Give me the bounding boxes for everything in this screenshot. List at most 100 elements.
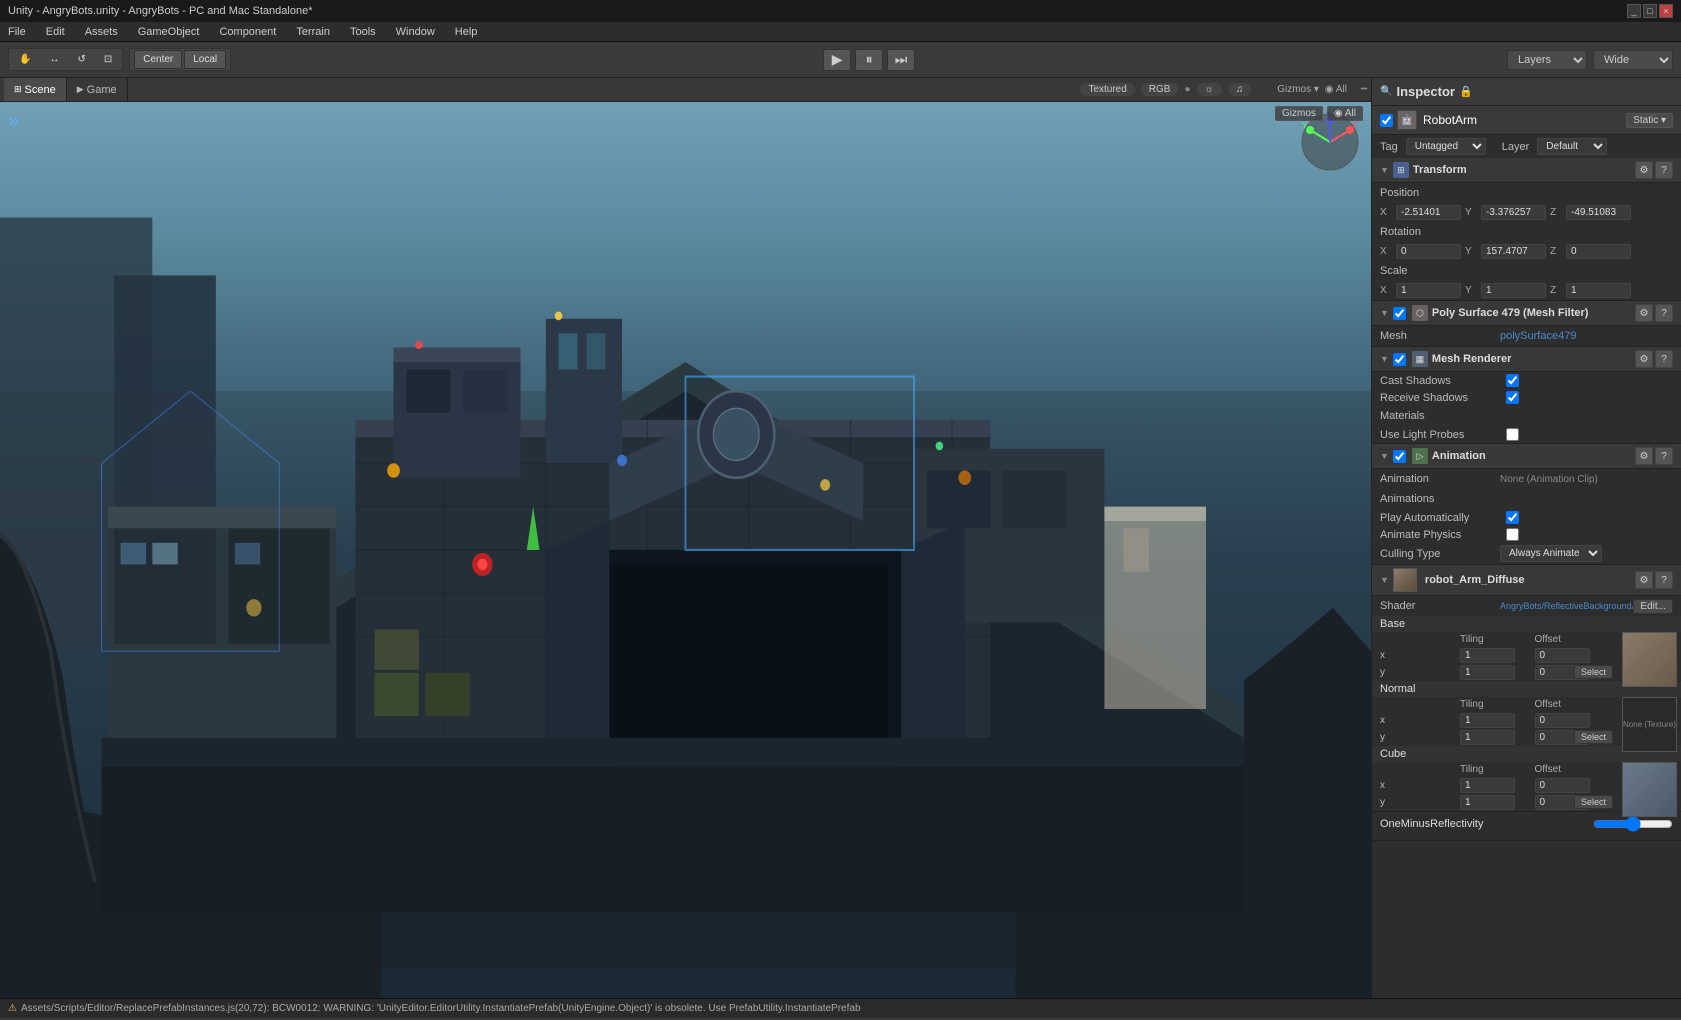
base-offset-x[interactable] — [1535, 648, 1590, 663]
rot-x-field[interactable] — [1396, 244, 1461, 259]
pause-btn[interactable]: ⏸ — [855, 49, 883, 71]
menu-component[interactable]: Component — [215, 24, 280, 40]
position-row: Position — [1372, 183, 1681, 203]
inspector-lock-icon[interactable]: 🔒 — [1459, 85, 1473, 98]
mesh-filter-header[interactable]: ▼ ⬡ Poly Surface 479 (Mesh Filter) ⚙ ? — [1372, 301, 1681, 326]
scale-y-field[interactable] — [1481, 283, 1546, 298]
pos-y-field[interactable] — [1481, 205, 1546, 220]
scene-options: ● — [1184, 84, 1190, 95]
game-tab[interactable]: ▶ Game — [67, 78, 128, 101]
cube-select-btn[interactable]: Select — [1574, 795, 1613, 809]
mesh-filter-settings-btn[interactable]: ⚙ — [1635, 304, 1653, 322]
animation-checkbox[interactable] — [1393, 450, 1406, 463]
object-active-checkbox[interactable] — [1380, 114, 1393, 127]
menu-tools[interactable]: Tools — [346, 24, 380, 40]
cast-shadows-checkbox[interactable] — [1506, 374, 1519, 387]
titlebar: Unity - AngryBots.unity - AngryBots - PC… — [0, 0, 1681, 22]
cube-offset-x[interactable] — [1535, 778, 1590, 793]
mesh-renderer-help-btn[interactable]: ? — [1655, 350, 1673, 368]
menu-window[interactable]: Window — [392, 24, 439, 40]
rgb-btn[interactable]: RGB — [1141, 83, 1179, 96]
menu-gameobject[interactable]: GameObject — [134, 24, 204, 40]
base-select-btn[interactable]: Select — [1574, 665, 1613, 679]
rotate-tool-btn[interactable]: ↺ — [69, 51, 93, 68]
tag-select[interactable]: Untagged — [1406, 138, 1486, 155]
material-header[interactable]: ▼ robot_Arm_Diffuse ⚙ ? — [1372, 565, 1681, 596]
scene-viewport[interactable]: X Y Z » Gizmos ◉ All — [0, 102, 1371, 998]
scale-z-field[interactable] — [1566, 283, 1631, 298]
base-label-row: Base — [1372, 616, 1681, 632]
hand-tool-btn[interactable]: ✋ — [11, 51, 39, 68]
transform-header[interactable]: ▼ ⊞ Transform ⚙ ? — [1372, 158, 1681, 183]
rot-y-field[interactable] — [1481, 244, 1546, 259]
material-help-btn[interactable]: ? — [1655, 571, 1673, 589]
culling-type-select[interactable]: Always Animate — [1500, 545, 1602, 562]
shader-row: Shader AngryBots/ReflectiveBackgroundArb… — [1372, 596, 1681, 616]
material-settings-btn[interactable]: ⚙ — [1635, 571, 1653, 589]
normal-tiling-x[interactable] — [1460, 713, 1515, 728]
cube-tiling-x[interactable] — [1460, 778, 1515, 793]
pivot-btn[interactable]: Center — [134, 50, 182, 69]
animation-header[interactable]: ▼ ▷ Animation ⚙ ? — [1372, 444, 1681, 469]
mesh-renderer-checkbox[interactable] — [1393, 353, 1406, 366]
use-light-probes-label: Use Light Probes — [1380, 429, 1500, 441]
maximize-btn[interactable]: □ — [1643, 4, 1657, 18]
animate-physics-checkbox[interactable] — [1506, 528, 1519, 541]
one-minus-slider[interactable] — [1593, 816, 1673, 832]
window-controls[interactable]: _ □ × — [1627, 4, 1673, 18]
textured-btn[interactable]: Textured — [1080, 83, 1134, 96]
base-tiling-x[interactable] — [1460, 648, 1515, 663]
receive-shadows-checkbox[interactable] — [1506, 391, 1519, 404]
rotation-label: Rotation — [1380, 226, 1500, 238]
mesh-renderer-settings-btn[interactable]: ⚙ — [1635, 350, 1653, 368]
base-texture-preview — [1622, 632, 1677, 687]
cube-tiling-y[interactable] — [1460, 795, 1515, 810]
pos-x-field[interactable] — [1396, 205, 1461, 220]
rot-z-field[interactable] — [1566, 244, 1631, 259]
scale-row: Scale — [1372, 261, 1681, 281]
all-btn[interactable]: ◉ All — [1327, 106, 1363, 121]
normal-tiling-y[interactable] — [1460, 730, 1515, 745]
fx-btn[interactable]: ☼ — [1197, 83, 1222, 96]
menu-file[interactable]: File — [4, 24, 30, 40]
transform-settings-btn[interactable]: ⚙ — [1635, 161, 1653, 179]
close-btn[interactable]: × — [1659, 4, 1673, 18]
animation-title: Animation — [1432, 450, 1486, 462]
transform-help-btn[interactable]: ? — [1655, 161, 1673, 179]
scale-tool-btn[interactable]: ⊡ — [96, 51, 120, 68]
menu-assets[interactable]: Assets — [81, 24, 122, 40]
layers-select[interactable]: Layers — [1507, 50, 1587, 70]
scene-minimize-btn[interactable]: ━ — [1361, 84, 1367, 95]
animation-help-btn[interactable]: ? — [1655, 447, 1673, 465]
normal-select-btn[interactable]: Select — [1574, 730, 1613, 744]
pos-z-field[interactable] — [1566, 205, 1631, 220]
scene-tab[interactable]: ⊞ Scene — [4, 78, 67, 101]
step-btn[interactable]: ⏭ — [887, 49, 915, 71]
play-auto-checkbox[interactable] — [1506, 511, 1519, 524]
scene-svg — [0, 102, 1371, 998]
play-btn[interactable]: ▶ — [823, 49, 851, 71]
material-section: ▼ robot_Arm_Diffuse ⚙ ? Shader AngryBots… — [1372, 565, 1681, 841]
layer-select[interactable]: Default — [1537, 138, 1607, 155]
animation-settings-btn[interactable]: ⚙ — [1635, 447, 1653, 465]
mesh-filter-help-btn[interactable]: ? — [1655, 304, 1673, 322]
use-light-probes-checkbox[interactable] — [1506, 428, 1519, 441]
transport-controls: ▶ ⏸ ⏭ — [823, 49, 915, 71]
scale-x-field[interactable] — [1396, 283, 1461, 298]
menu-edit[interactable]: Edit — [42, 24, 69, 40]
layout-select[interactable]: Wide — [1593, 50, 1673, 70]
gizmos-btn[interactable]: Gizmos — [1275, 106, 1323, 121]
mesh-renderer-header[interactable]: ▼ ▦ Mesh Renderer ⚙ ? — [1372, 347, 1681, 372]
menu-help[interactable]: Help — [451, 24, 482, 40]
menu-terrain[interactable]: Terrain — [292, 24, 334, 40]
edit-shader-btn[interactable]: Edit... — [1633, 599, 1673, 614]
minimize-btn[interactable]: _ — [1627, 4, 1641, 18]
collapse-btn[interactable]: » — [8, 110, 19, 133]
base-tiling-y[interactable] — [1460, 665, 1515, 680]
space-btn[interactable]: Local — [184, 50, 226, 69]
normal-offset-x[interactable] — [1535, 713, 1590, 728]
static-dropdown[interactable]: Static ▾ — [1626, 113, 1673, 128]
move-tool-btn[interactable]: ↔ — [41, 51, 67, 68]
mesh-filter-checkbox[interactable] — [1393, 307, 1406, 320]
audio-btn[interactable]: ♫ — [1228, 83, 1252, 96]
